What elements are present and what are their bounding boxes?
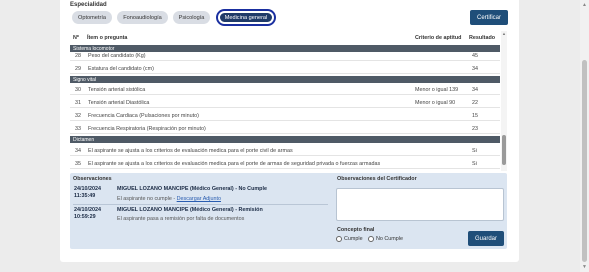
row-num: 29 bbox=[75, 66, 81, 72]
row-result: 45 bbox=[472, 53, 478, 59]
obs-entry-text: El aspirante no cumple - Descargar Adjun… bbox=[117, 196, 221, 202]
row-item: Estatura del candidato (cm) bbox=[88, 66, 154, 72]
table-row: 32 Frecuencia Cardiaca (Pulsaciones por … bbox=[70, 110, 500, 121]
table-row: 29 Estatura del candidato (cm) 34 bbox=[70, 63, 500, 74]
row-num: 31 bbox=[75, 100, 81, 106]
row-item: Frecuencia Cardiaca (Pulsaciones por min… bbox=[88, 113, 199, 119]
row-criteria: Menor o igual 90 bbox=[415, 100, 456, 106]
row-item: Peso del candidato (Kg) bbox=[88, 53, 146, 59]
entry-date: 24/10/2024 bbox=[74, 186, 101, 192]
radio-circle-icon[interactable] bbox=[368, 236, 374, 242]
row-item: El aspirante se ajusta a los criterios d… bbox=[88, 161, 381, 167]
chip-medicina-general[interactable]: Medicina general bbox=[218, 11, 274, 24]
entry-text: El aspirante no cumple - bbox=[117, 196, 177, 202]
row-result: 34 bbox=[472, 66, 478, 72]
header-item: Ítem o pregunta bbox=[87, 35, 128, 41]
certify-button[interactable]: Certificar bbox=[470, 10, 508, 25]
table-row: 33 Frecuencia Respiratoria (Respiración … bbox=[70, 123, 500, 134]
obs-entry-date: 24/10/2024 11:35:49 bbox=[74, 186, 101, 199]
radio-cumple[interactable]: Cumple bbox=[336, 236, 363, 242]
chip-fonoaudiologia[interactable]: Fonoaudiología bbox=[117, 11, 168, 24]
row-num: 28 bbox=[75, 53, 81, 59]
download-attachment-link[interactable]: Descargar Adjunto bbox=[177, 196, 221, 202]
header-num: Nº bbox=[73, 35, 79, 41]
radio-label: No Cumple bbox=[376, 236, 403, 242]
certifier-observations-textarea[interactable] bbox=[336, 188, 504, 221]
table-scrollbar[interactable]: ▲ bbox=[501, 31, 507, 171]
row-num: 34 bbox=[75, 148, 81, 154]
section-signo-vital: Signo vital bbox=[70, 76, 500, 83]
entry-time: 10:59:29 bbox=[74, 213, 96, 220]
specialty-label: Especialidad bbox=[70, 2, 107, 8]
scroll-up-icon[interactable]: ▲ bbox=[582, 2, 587, 8]
table-row: 30 Tensión arterial sistólica Menor o ig… bbox=[70, 84, 500, 95]
table-row: 28 Peso del candidato (Kg) 45 bbox=[70, 50, 500, 61]
header-result: Resultado bbox=[469, 35, 496, 41]
obs-entry-head: MIGUEL LOZANO MANCIPE (Médico General) -… bbox=[117, 207, 263, 213]
observations-panel: Observaciones 24/10/2024 11:35:49 MIGUEL… bbox=[70, 173, 507, 249]
row-item: Tensión arterial Diastólica bbox=[88, 100, 150, 106]
entry-date: 24/10/2024 bbox=[74, 207, 101, 213]
obs-entry-text: El aspirante pasa a remisión por falta d… bbox=[117, 216, 245, 222]
table-row: 34 El aspirante se ajusta a los criterio… bbox=[70, 145, 500, 156]
chip-psicologia[interactable]: Psicología bbox=[173, 11, 210, 24]
row-num: 32 bbox=[75, 113, 81, 119]
section-title: Signo vital bbox=[73, 77, 97, 83]
obs-entry-date: 24/10/2024 10:59:29 bbox=[74, 207, 101, 220]
certifier-observations-label: Observaciones del Certificador bbox=[337, 176, 417, 182]
row-criteria: Menor o igual 139 bbox=[415, 87, 459, 93]
row-num: 35 bbox=[75, 161, 81, 167]
row-result: Si bbox=[472, 161, 477, 167]
row-item: El aspirante se ajusta a los criterios d… bbox=[88, 148, 293, 154]
page-scrollbar[interactable]: ▲ ▼ bbox=[580, 0, 589, 272]
obs-entry-head: MIGUEL LOZANO MANCIPE (Médico General) -… bbox=[117, 186, 267, 192]
items-table: Nº Ítem o pregunta Criterio de aptitud R… bbox=[70, 31, 507, 171]
radio-label: Cumple bbox=[344, 236, 363, 242]
chip-optometria[interactable]: Optometría bbox=[72, 11, 112, 24]
row-item: Frecuencia Respiratoria (Respiración por… bbox=[88, 126, 206, 132]
row-num: 33 bbox=[75, 126, 81, 132]
row-result: 23 bbox=[472, 126, 478, 132]
divider bbox=[73, 204, 328, 205]
entry-time: 11:35:49 bbox=[74, 192, 96, 199]
table-header: Nº Ítem o pregunta Criterio de aptitud R… bbox=[70, 31, 500, 44]
radio-circle-icon[interactable] bbox=[336, 236, 342, 242]
row-num: 30 bbox=[75, 87, 81, 93]
table-row: 31 Tensión arterial Diastólica Menor o i… bbox=[70, 97, 500, 108]
page-scroll-thumb[interactable] bbox=[582, 60, 587, 262]
row-result: Si bbox=[472, 148, 477, 154]
section-title: Dictamen bbox=[73, 137, 95, 143]
section-dictamen: Dictamen bbox=[70, 136, 500, 143]
row-item: Tensión arterial sistólica bbox=[88, 87, 146, 93]
final-concept-label: Concepto final bbox=[337, 227, 375, 233]
table-scroll-thumb[interactable] bbox=[502, 135, 506, 165]
row-result: 15 bbox=[472, 113, 478, 119]
header-criteria: Criterio de aptitud bbox=[415, 35, 462, 41]
scroll-down-icon[interactable]: ▼ bbox=[582, 264, 587, 270]
table-row: 35 El aspirante se ajusta a los criterio… bbox=[70, 158, 500, 169]
scroll-up-icon[interactable]: ▲ bbox=[502, 31, 506, 36]
observations-title: Observaciones bbox=[73, 176, 112, 182]
row-result: 34 bbox=[472, 87, 478, 93]
save-button[interactable]: Guardar bbox=[468, 231, 504, 246]
radio-no-cumple[interactable]: No Cumple bbox=[368, 236, 403, 242]
row-result: 22 bbox=[472, 100, 478, 106]
